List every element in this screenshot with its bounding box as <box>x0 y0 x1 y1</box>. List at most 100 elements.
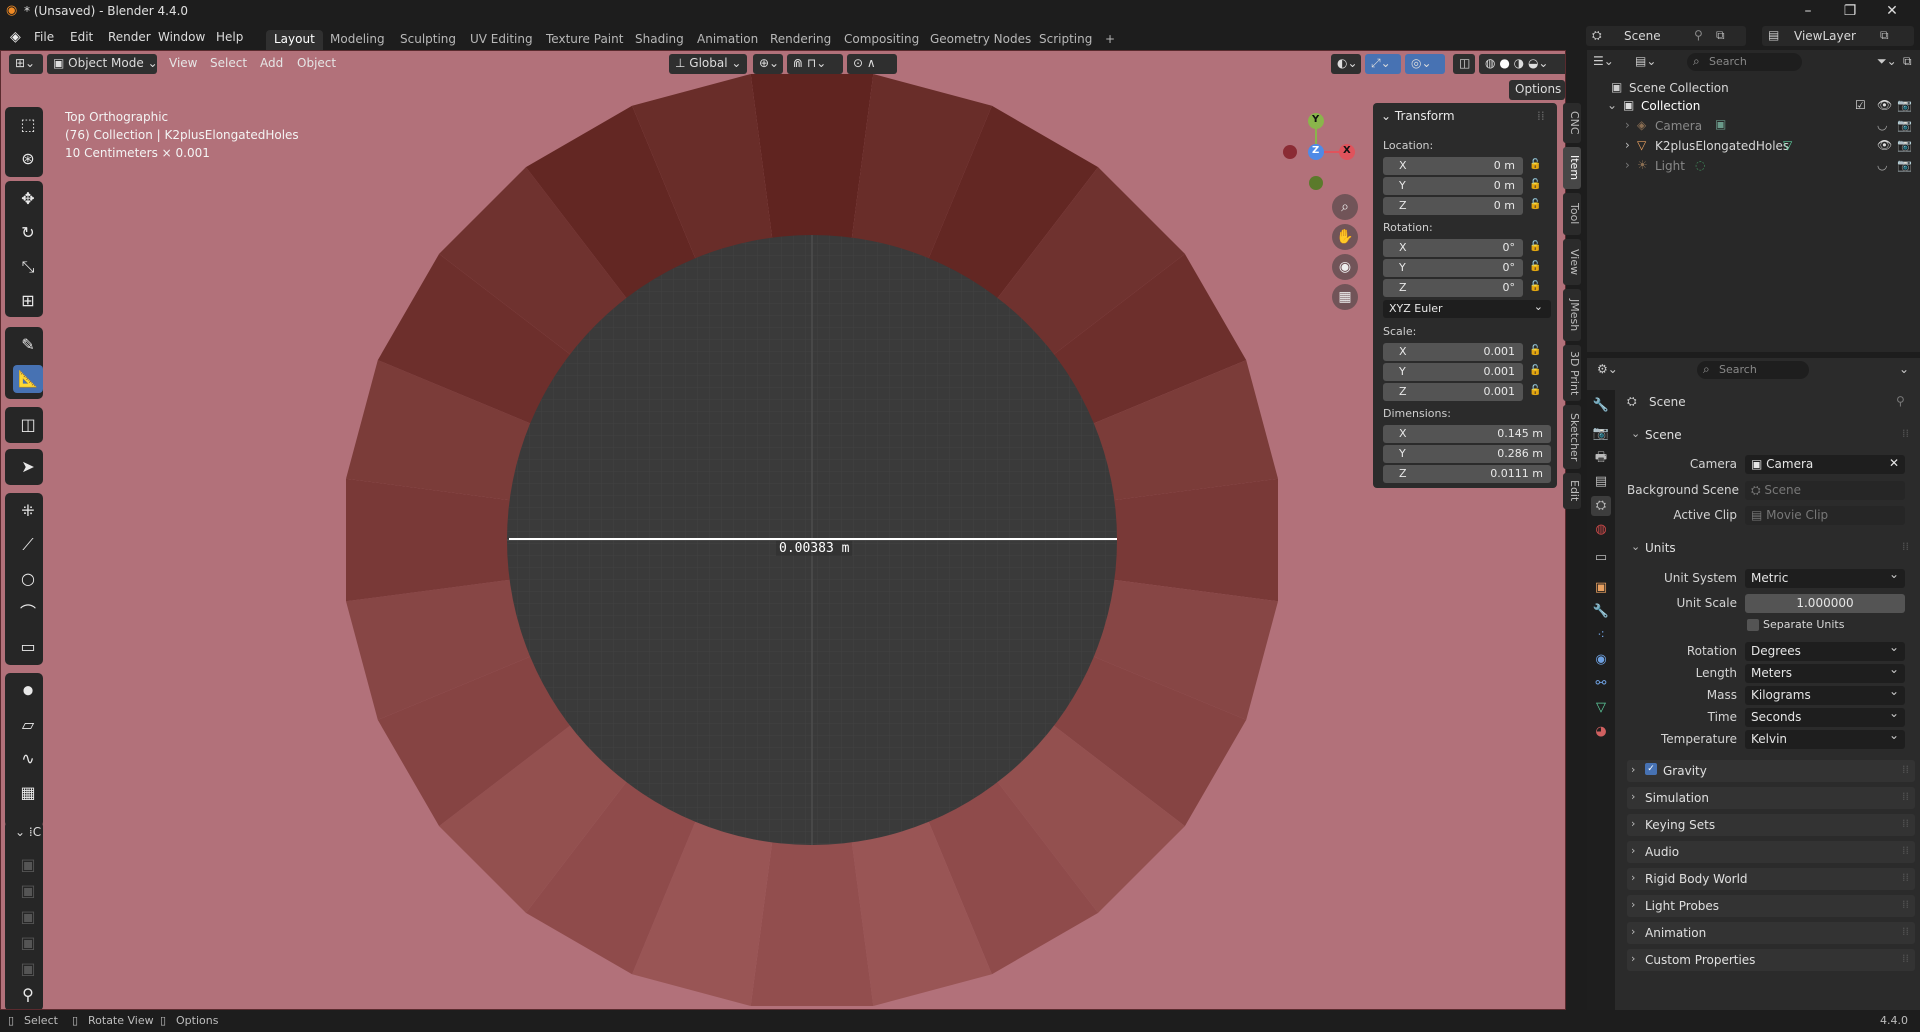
lock-icon[interactable]: 🔓 <box>1529 281 1543 295</box>
pan-hand-icon[interactable]: ✋ <box>1332 224 1358 250</box>
section-custom-properties[interactable]: › Custom Properties ⁞⁞ <box>1627 949 1915 971</box>
gizmo-toggle-button[interactable]: ⤢⌄ <box>1365 54 1401 74</box>
section-scene[interactable]: ⌄ Scene ⁞⁞ <box>1627 424 1915 446</box>
material-shading-icon[interactable]: ◑ <box>1514 56 1524 70</box>
properties-search-field[interactable]: ⌕ Search <box>1697 361 1809 379</box>
outliner-row-camera[interactable]: › ◈ Camera ▣ ◡ 📷 <box>1587 116 1920 136</box>
section-gravity[interactable]: › ✓ Gravity ⁞⁞ <box>1627 760 1915 782</box>
camera-render-icon[interactable]: 📷 <box>1897 158 1912 172</box>
active-clip-field[interactable]: ▤ Movie Clip <box>1745 506 1905 525</box>
menu-render[interactable]: Render <box>108 30 151 44</box>
material-tab-icon[interactable]: ◕ <box>1591 722 1611 742</box>
toolbar-collapse-toggle[interactable]: ⌄ ⁞C <box>15 825 41 839</box>
camera-field[interactable]: ▣ Camera ✕ <box>1745 455 1905 474</box>
menu-help[interactable]: Help <box>216 30 243 44</box>
view-layer-selector[interactable]: ▤ ViewLayer ⧉ <box>1762 26 1914 46</box>
zoom-icon[interactable]: ⌕ <box>1332 194 1358 220</box>
3d-viewport[interactable]: 0.00383 m ⊞⌄ ▣ Object Mode ⌄ View Select… <box>0 50 1566 1010</box>
curve-tool-icon[interactable]: ∿ <box>13 745 43 773</box>
add-plane-tool-icon[interactable]: ▦ <box>13 779 43 807</box>
tab-compositing[interactable]: Compositing <box>836 30 927 50</box>
mass-unit-select[interactable]: Kilograms <box>1745 684 1905 705</box>
ortho-grid-icon[interactable]: ▦ <box>1332 284 1358 310</box>
lock-icon[interactable]: 🔓 <box>1529 241 1543 255</box>
add-cube-tool-icon[interactable]: ◫ <box>13 411 43 439</box>
overlays-toggle-button[interactable]: ◎⌄ <box>1405 54 1445 74</box>
tab-modeling[interactable]: Modeling <box>322 30 393 50</box>
properties-options-chevron-icon[interactable]: ⌄ <box>1899 362 1909 376</box>
lock-icon[interactable]: 🔓 <box>1529 385 1543 399</box>
sheet-tool-icon[interactable]: ▱ <box>13 711 43 739</box>
shading-modes[interactable]: ◍ ● ◑ ◒⌄ <box>1479 54 1565 74</box>
transform-tool-icon[interactable]: ⊞ <box>13 287 43 315</box>
menu-select[interactable]: Select <box>210 56 247 70</box>
camera-render-icon[interactable]: 📷 <box>1897 118 1912 132</box>
menu-window[interactable]: Window <box>158 30 205 44</box>
sidebar-tab-jmesh[interactable]: JMesh <box>1563 289 1581 341</box>
tab-geometry-nodes[interactable]: Geometry Nodes <box>922 30 1039 50</box>
measure-tool-icon[interactable]: 📐 <box>13 365 43 393</box>
eye-icon[interactable]: 👁 <box>1877 138 1892 152</box>
section-animation[interactable]: › Animation ⁞⁞ <box>1627 922 1915 944</box>
transform-panel-header[interactable]: ⌄ Transform <box>1381 109 1455 123</box>
scale-z-field[interactable]: Z 0.001 <box>1383 383 1523 401</box>
gravity-checkbox-icon[interactable]: ✓ <box>1645 763 1657 775</box>
modifier-tab-icon[interactable]: 🔧 <box>1591 602 1611 622</box>
location-z-field[interactable]: Z 0 m <box>1383 197 1523 215</box>
tool-tab-icon[interactable]: 🔧 <box>1591 396 1611 416</box>
select-box-tool-icon[interactable]: ⬚ <box>13 111 43 139</box>
section-audio[interactable]: › Audio ⁞⁞ <box>1627 841 1915 863</box>
rotation-mode-select[interactable]: XYZ Euler ⌄ <box>1383 300 1551 318</box>
menu-edit[interactable]: Edit <box>70 30 93 44</box>
sidebar-tab-view[interactable]: View <box>1563 239 1581 285</box>
constraints-tab-icon[interactable]: ⚯ <box>1591 674 1611 694</box>
scale-x-field[interactable]: X 0.001 <box>1383 343 1523 361</box>
select-extra-tool-icon[interactable]: ➤ <box>13 453 43 481</box>
new-collection-icon[interactable]: ⧉ <box>1903 54 1912 69</box>
tab-animation[interactable]: Animation <box>689 30 766 50</box>
rotation-y-field[interactable]: Y 0° <box>1383 259 1523 277</box>
rotate-tool-icon[interactable]: ↻ <box>13 219 43 247</box>
expand-chevron-icon[interactable]: ⌄ <box>1607 98 1617 112</box>
dimension-z-field[interactable]: Z 0.0111 m <box>1383 465 1551 483</box>
location-x-field[interactable]: X 0 m <box>1383 157 1523 175</box>
length-unit-select[interactable]: Meters <box>1745 662 1905 683</box>
add-circle-tool-icon[interactable]: ○ <box>13 565 43 593</box>
outliner-editor-type-button[interactable]: ☰⌄ <box>1593 54 1614 68</box>
outliner-row-scene-collection[interactable]: ▣ Scene Collection <box>1587 78 1920 98</box>
tab-layout[interactable]: Layout <box>266 30 323 50</box>
add-line-tool-icon[interactable]: ⟋ <box>13 531 43 559</box>
checkbox-icon[interactable]: ☑ <box>1855 98 1866 112</box>
separate-units-checkbox[interactable] <box>1747 619 1759 631</box>
lock-icon[interactable]: 🔓 <box>1529 365 1543 379</box>
rotation-x-field[interactable]: X 0° <box>1383 239 1523 257</box>
scale-tool-icon[interactable]: ⤡ <box>13 253 43 281</box>
section-units[interactable]: ⌄ Units ⁞⁞ <box>1627 537 1915 559</box>
add-rectangle-tool-icon[interactable]: ▭ <box>13 633 43 661</box>
panel-grip-icon[interactable]: ⁞⁞ <box>1537 109 1545 123</box>
eye-icon[interactable]: 👁 <box>1877 98 1892 112</box>
sidebar-tab-sketcher[interactable]: Sketcher <box>1563 405 1581 469</box>
unit-system-select[interactable]: Metric <box>1745 567 1905 588</box>
lock-icon[interactable]: 🔓 <box>1529 261 1543 275</box>
new-scene-icon[interactable]: ⧉ <box>1716 28 1725 43</box>
lock-icon[interactable]: 🔓 <box>1529 199 1543 213</box>
editor-type-button[interactable]: ⊞⌄ <box>9 54 43 74</box>
xray-toggle-button[interactable]: ◫ <box>1453 54 1475 74</box>
scale-y-field[interactable]: Y 0.001 <box>1383 363 1523 381</box>
restore-button[interactable]: ❐ <box>1830 0 1870 22</box>
lock-icon[interactable]: 🔓 <box>1529 159 1543 173</box>
tab-shading[interactable]: Shading <box>627 30 692 50</box>
expand-chevron-icon[interactable]: › <box>1625 158 1630 172</box>
scene-tab-icon[interactable]: ⛭ <box>1591 496 1611 516</box>
lock-icon[interactable]: 🔓 <box>1529 345 1543 359</box>
outliner-row-light[interactable]: › ☀ Light ◌ ◡ 📷 <box>1587 156 1920 176</box>
unit-scale-field[interactable]: 1.000000 <box>1745 594 1905 613</box>
stamp-tool-icon[interactable]: ⚲ <box>13 981 43 1009</box>
rendered-shading-icon[interactable]: ◒ <box>1528 56 1538 70</box>
expand-chevron-icon[interactable]: › <box>1625 118 1630 132</box>
tab-scripting[interactable]: Scripting <box>1031 30 1100 50</box>
outliner-search-field[interactable]: ⌕ Search <box>1687 53 1802 71</box>
physics-tab-icon[interactable]: ◉ <box>1591 650 1611 670</box>
camera-view-icon[interactable]: ◉ <box>1332 254 1358 280</box>
